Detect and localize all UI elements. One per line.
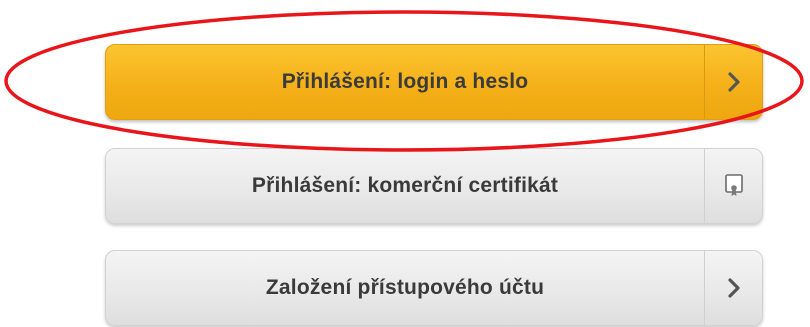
- create-access-account-arrow[interactable]: [704, 251, 762, 325]
- certificate-icon: [724, 174, 743, 196]
- create-access-account-label: Založení přístupového účtu: [265, 276, 545, 299]
- commercial-certificate-button[interactable]: Přihlášení: komerční certifikát: [105, 148, 763, 224]
- create-access-account-button[interactable]: Založení přístupového účtu: [105, 250, 763, 326]
- chevron-right-icon: [727, 278, 740, 298]
- commercial-certificate-label: Přihlášení: komerční certifikát: [251, 174, 559, 197]
- login-password-arrow[interactable]: [704, 45, 762, 119]
- login-password-label: Přihlášení: login a heslo: [281, 70, 529, 93]
- commercial-certificate-icon-area[interactable]: [704, 149, 762, 223]
- chevron-right-icon: [727, 72, 740, 92]
- login-options-panel: Přihlášení: login a heslo Přihlášení: ko…: [0, 0, 810, 327]
- login-password-button[interactable]: Přihlášení: login a heslo: [105, 44, 763, 120]
